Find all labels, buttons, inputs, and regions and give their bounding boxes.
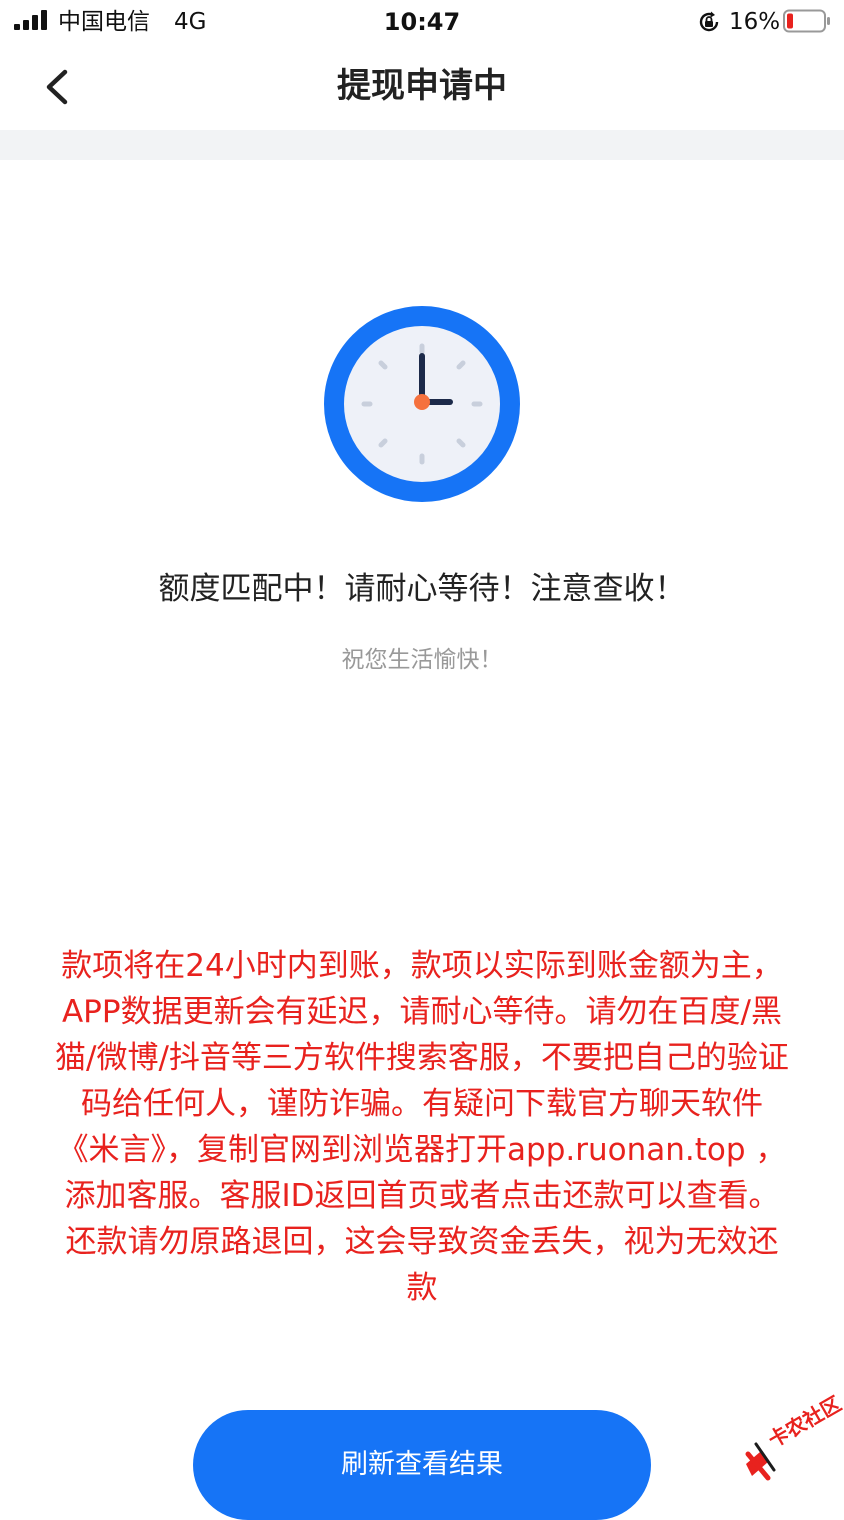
nav-bar: 提现申请中 (0, 44, 844, 130)
battery-percent: 16% (729, 9, 781, 35)
section-divider (0, 130, 844, 160)
clock-icon (324, 306, 520, 502)
status-bar: 中国电信 4G 10:47 16% (0, 0, 844, 44)
battery-icon (783, 9, 830, 33)
notice-text: 款项将在24小时内到账，款项以实际到账金额为主，APP数据更新会有延迟，请耐心等… (55, 948, 789, 1306)
page-title: 提现申请中 (337, 66, 507, 106)
rotation-lock-icon (699, 11, 719, 32)
greeting-message: 祝您生活愉快！ (341, 647, 503, 673)
refresh-result-button[interactable]: 刷新查看结果 (193, 1410, 651, 1520)
status-message: 额度匹配中！请耐心等待！注意查收！ (158, 571, 686, 607)
